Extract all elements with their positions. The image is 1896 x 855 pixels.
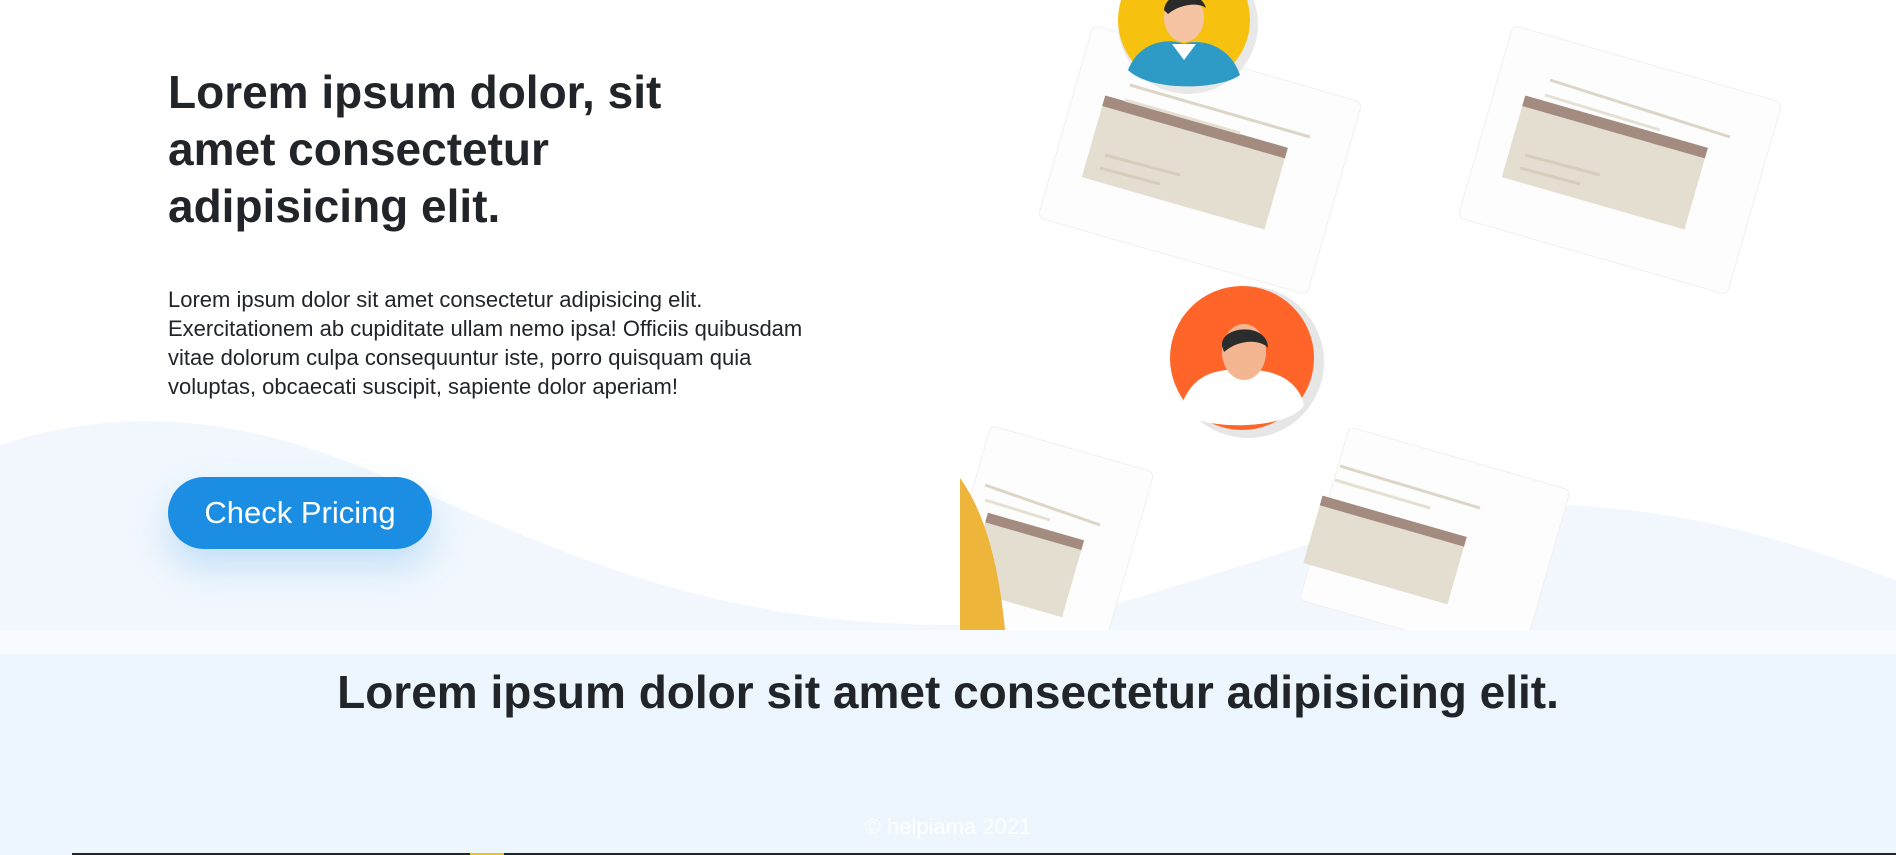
document-card-icon [1300, 427, 1570, 630]
footer-copyright: © helpiama 2021 [864, 814, 1032, 839]
hero-title: Lorem ipsum dolor, sit amet consectetur … [168, 66, 662, 232]
section-title: Lorem ipsum dolor sit amet consectetur a… [337, 666, 1559, 718]
hero-section: Lorem ipsum dolor, sit amet consectetur … [0, 0, 1896, 630]
hero-illustration [960, 0, 1782, 630]
avatar-man-orange-icon [1170, 286, 1324, 438]
landing-page: Lorem ipsum dolor, sit amet consectetur … [0, 0, 1896, 855]
features-section: Lorem ipsum dolor sit amet consectetur a… [0, 654, 1896, 855]
check-pricing-button[interactable]: Check Pricing [168, 477, 432, 549]
section-divider [0, 630, 1896, 654]
document-card-icon [1458, 26, 1782, 294]
hero-description: Lorem ipsum dolor sit amet consectetur a… [168, 287, 803, 399]
